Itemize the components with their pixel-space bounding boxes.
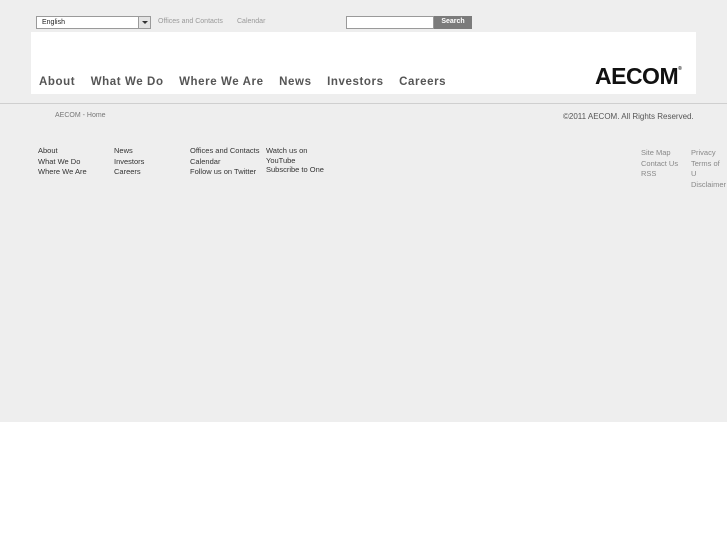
footer-link-terms[interactable]: Terms of U [691, 159, 727, 180]
footer-column-4: Watch us on YouTube Subscribe to One [266, 146, 324, 175]
top-bar: English Offices and Contacts Calendar Se… [0, 0, 727, 32]
footer-link-privacy[interactable]: Privacy [691, 148, 727, 159]
main-nav: About What We Do Where We Are News Inves… [39, 76, 462, 88]
footer-column-1: About What We Do Where We Are [38, 146, 87, 178]
offices-contacts-link[interactable]: Offices and Contacts [158, 18, 223, 25]
footer-link-investors[interactable]: Investors [114, 157, 144, 168]
footer-link-watch-us[interactable]: Watch us on [266, 146, 324, 156]
nav-item-what-we-do[interactable]: What We Do [91, 76, 164, 88]
footer-column-3: Offices and Contacts Calendar Follow us … [190, 146, 259, 178]
footer-link-careers[interactable]: Careers [114, 167, 144, 178]
nav-item-where-we-are[interactable]: Where We Are [179, 76, 264, 88]
footer-link-youtube[interactable]: YouTube [266, 156, 324, 166]
nav-item-careers[interactable]: Careers [399, 76, 446, 88]
logo-text: AECOM [595, 63, 679, 89]
footer-link-contact-us[interactable]: Contact Us [641, 159, 678, 170]
footer-link-about[interactable]: About [38, 146, 87, 157]
footer-link-offices-contacts[interactable]: Offices and Contacts [190, 146, 259, 157]
aecom-logo[interactable]: AECOM® [595, 63, 682, 90]
nav-item-investors[interactable]: Investors [327, 76, 384, 88]
nav-item-about[interactable]: About [39, 76, 75, 88]
registered-mark: ® [678, 66, 682, 72]
footer-link-rss[interactable]: RSS [641, 169, 678, 180]
search-button[interactable]: Search [434, 16, 472, 29]
footer-link-news[interactable]: News [114, 146, 144, 157]
footer-column-2: News Investors Careers [114, 146, 144, 178]
copyright-text: ©2011 AECOM. All Rights Reserved. [563, 112, 694, 121]
footer-link-disclaimer[interactable]: Disclaimer [691, 180, 727, 191]
breadcrumb[interactable]: AECOM - Home [55, 112, 106, 119]
header-divider [0, 103, 727, 104]
footer-link-site-map[interactable]: Site Map [641, 148, 678, 159]
language-select[interactable]: English [36, 16, 151, 29]
nav-item-news[interactable]: News [279, 76, 311, 88]
footer-link-subscribe[interactable]: Subscribe to One [266, 165, 324, 175]
search-input[interactable] [346, 16, 434, 29]
footer-link-twitter[interactable]: Follow us on Twitter [190, 167, 259, 178]
footer-link-calendar[interactable]: Calendar [190, 157, 259, 168]
language-select-value: English [42, 19, 65, 26]
calendar-link[interactable]: Calendar [237, 18, 265, 25]
footer-link-what-we-do[interactable]: What We Do [38, 157, 87, 168]
chevron-down-icon[interactable] [138, 17, 150, 28]
footer-column-6: Privacy Terms of U Disclaimer [691, 148, 727, 190]
footer-column-5: Site Map Contact Us RSS [641, 148, 678, 180]
footer-link-where-we-are[interactable]: Where We Are [38, 167, 87, 178]
